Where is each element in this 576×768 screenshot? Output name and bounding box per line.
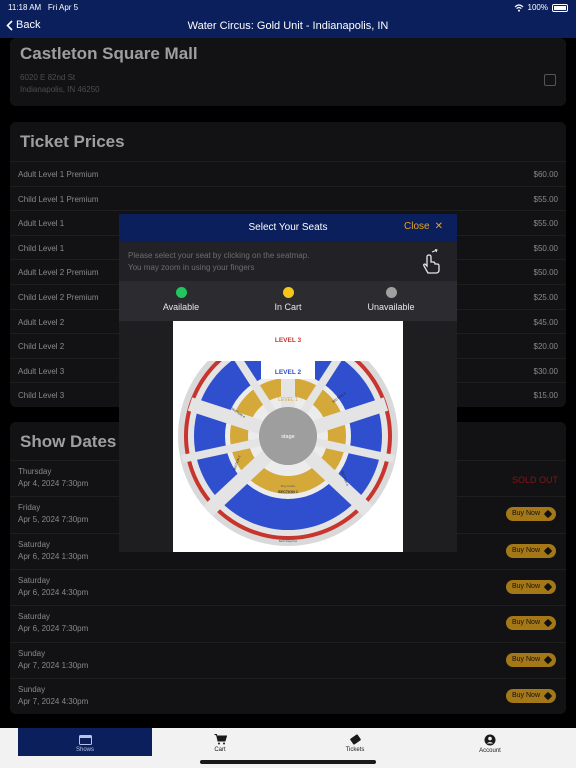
tab-shows[interactable]: Shows xyxy=(18,728,152,756)
legend-in-cart-dot xyxy=(282,287,294,298)
wifi-icon xyxy=(514,3,523,12)
close-label: Close xyxy=(404,221,430,232)
legend-in-cart: In Cart xyxy=(248,287,328,312)
level-2-label: LEVEL 2 xyxy=(275,369,302,376)
home-indicator xyxy=(200,760,376,764)
tab-account[interactable]: Account xyxy=(423,728,557,756)
account-icon xyxy=(484,734,496,746)
modal-instructions: Please select your seat by clicking on t… xyxy=(119,241,457,281)
tab-account-label: Account xyxy=(479,748,501,754)
close-icon: ✕ xyxy=(434,221,443,232)
page-title: Water Circus: Gold Unit - Indianapolis, … xyxy=(187,20,389,32)
tab-tickets[interactable]: Tickets xyxy=(288,728,422,756)
legend-unavailable-dot xyxy=(385,287,397,298)
tab-shows-label: Shows xyxy=(75,747,94,753)
instruction-line-1: Please select your seat by clicking on t… xyxy=(128,251,310,260)
seat-legend: Available In Cart Unavailable xyxy=(119,281,457,321)
ticket-icon xyxy=(349,734,361,745)
legend-available-dot xyxy=(175,287,187,298)
legend-in-cart-label: In Cart xyxy=(274,302,302,312)
tab-tickets-label: Tickets xyxy=(345,747,365,753)
instruction-line-2: You may zoom in using your fingers xyxy=(128,263,255,272)
battery-icon xyxy=(552,3,568,12)
legend-unavailable: Unavailable xyxy=(351,287,431,312)
legend-unavailable-label: Unavailable xyxy=(367,302,415,312)
status-right: 100% xyxy=(514,3,568,12)
calendar-icon xyxy=(78,735,92,745)
level-1-label: LEVEL 1 xyxy=(278,397,298,403)
modal-header: Select Your Seats Close ✕ xyxy=(119,214,457,241)
pinch-zoom-hand-icon xyxy=(423,249,440,274)
seat-selection-modal: Select Your Seats Close ✕ Please select … xyxy=(119,214,457,552)
nav-bar: Back Water Circus: Gold Unit - Indianapo… xyxy=(0,14,576,38)
status-bar: 11:18 AM Fri Apr 5 100% xyxy=(0,0,576,14)
cart-icon xyxy=(214,734,227,745)
status-time: 11:18 AM Fri Apr 5 xyxy=(8,3,79,12)
legend-available-label: Available xyxy=(162,302,200,312)
tab-cart[interactable]: Cart xyxy=(153,728,287,756)
tab-cart-label: Cart xyxy=(214,747,226,753)
seatmap[interactable]: LEVEL 3 LEVEL 2 LEVEL 1 stage SECTION 1 … xyxy=(173,321,403,552)
section-1-label: SECTION 1 xyxy=(278,490,298,494)
level-3-label: LEVEL 3 xyxy=(275,337,302,344)
back-stage-label: Back Stage/Out xyxy=(279,539,297,543)
battery-percent: 100% xyxy=(527,3,548,12)
ring-curtain-label: Ring Curtain xyxy=(281,484,296,488)
close-button[interactable]: Close ✕ xyxy=(404,221,443,232)
legend-available: Available xyxy=(141,287,221,312)
seatmap-area: LEVEL 3 LEVEL 2 LEVEL 1 stage SECTION 1 … xyxy=(119,321,457,552)
stage-label: stage xyxy=(281,434,294,440)
